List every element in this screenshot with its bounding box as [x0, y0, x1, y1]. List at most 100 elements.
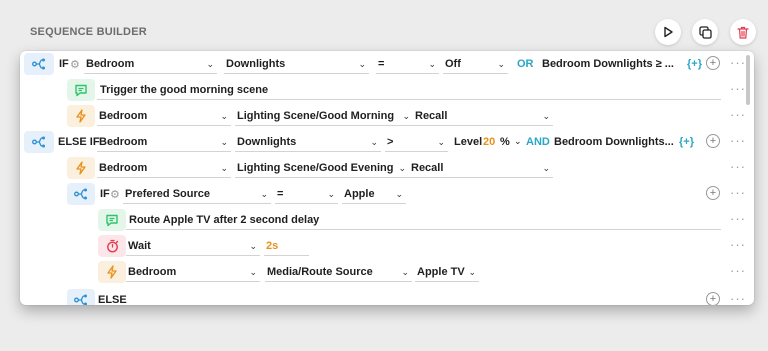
- duplicate-button[interactable]: [692, 19, 718, 45]
- add-step-button[interactable]: +: [706, 134, 720, 148]
- chevron-down-icon: ⌄: [398, 163, 406, 173]
- device-select[interactable]: Downlights ⌄: [224, 54, 369, 74]
- play-icon: [664, 26, 673, 38]
- more-icon[interactable]: ···: [730, 133, 746, 148]
- more-icon[interactable]: ···: [730, 291, 746, 305]
- target-select[interactable]: Media/Route Source ⌄: [265, 262, 412, 282]
- unit-select[interactable]: %: [500, 136, 510, 148]
- play-button[interactable]: [655, 19, 681, 45]
- source-value-select[interactable]: Apple TV ⌄: [415, 262, 479, 282]
- operator-select[interactable]: > ⌄: [385, 132, 448, 152]
- more-icon[interactable]: ···: [730, 211, 746, 226]
- condition-row-else-if: ELSE IF Bedroom ⌄ Downlights ⌄ > ⌄ Level 20…: [20, 129, 754, 155]
- add-step-button[interactable]: +: [706, 292, 720, 305]
- if-keyword: IF: [100, 188, 110, 200]
- room-select[interactable]: Bedroom ⌄: [84, 54, 217, 74]
- message-row: Trigger the good morning scene ···: [20, 77, 754, 103]
- timer-icon[interactable]: [98, 235, 126, 257]
- value-select[interactable]: Off ⌄: [443, 54, 508, 74]
- chevron-down-icon: ⌄: [468, 267, 476, 277]
- room-select[interactable]: Bedroom ⌄: [126, 262, 260, 282]
- chevron-down-icon: ⌄: [249, 241, 257, 251]
- scene-select[interactable]: Lighting Scene/Good Morning ⌄: [235, 106, 413, 126]
- wait-select[interactable]: Wait ⌄: [126, 236, 260, 256]
- source-select[interactable]: Prefered Source ⌄: [123, 184, 271, 204]
- else-if-keyword: ELSE IF: [58, 136, 100, 148]
- more-icon[interactable]: ···: [730, 107, 746, 122]
- trash-icon: [737, 26, 749, 39]
- chevron-down-icon: ⌄: [327, 189, 335, 199]
- wait-row: Wait ⌄ 2s ···: [20, 233, 754, 259]
- action-select[interactable]: Recall ⌄: [409, 158, 553, 178]
- gear-icon[interactable]: ⚙: [110, 188, 120, 201]
- chevron-down-icon: ⌄: [428, 59, 436, 69]
- level-label: Level: [454, 136, 483, 148]
- more-icon[interactable]: ···: [730, 81, 746, 96]
- add-step-button[interactable]: +: [706, 56, 720, 70]
- condition-row-nested-if: IF ⚙ Prefered Source ⌄ = ⌄ Apple ⌄ + ···: [20, 181, 754, 207]
- operator-select[interactable]: = ⌄: [376, 54, 439, 74]
- extra-condition[interactable]: Bedroom Downlights...: [554, 136, 674, 148]
- extra-condition[interactable]: Bedroom Downlights ≥ ...: [542, 58, 674, 70]
- bolt-icon[interactable]: [98, 261, 126, 283]
- level-value[interactable]: 20: [483, 136, 495, 148]
- branch-icon[interactable]: [67, 183, 95, 205]
- room-select[interactable]: Bedroom ⌄: [97, 106, 231, 126]
- message-row: Route Apple TV after 2 second delay ···: [20, 207, 754, 233]
- operator-select[interactable]: = ⌄: [275, 184, 338, 204]
- chevron-down-icon: ⌄: [249, 267, 257, 277]
- action-row: Bedroom ⌄ Lighting Scene/Good Evening ⌄ Re…: [20, 155, 754, 181]
- branch-icon[interactable]: [24, 53, 54, 75]
- add-condition-button[interactable]: {+}: [679, 136, 694, 148]
- chevron-down-icon[interactable]: ⌄: [514, 136, 522, 147]
- room-select[interactable]: Bedroom ⌄: [97, 158, 231, 178]
- message-input[interactable]: Route Apple TV after 2 second delay: [126, 210, 721, 230]
- chevron-down-icon: ⌄: [497, 59, 505, 69]
- more-icon[interactable]: ···: [730, 185, 746, 200]
- delete-button[interactable]: [730, 19, 756, 45]
- chevron-down-icon: ⌄: [395, 189, 403, 199]
- chevron-down-icon: ⌄: [220, 163, 228, 173]
- chevron-down-icon: ⌄: [402, 111, 410, 121]
- more-icon[interactable]: ···: [730, 55, 746, 70]
- scene-select[interactable]: Lighting Scene/Good Evening ⌄: [235, 158, 409, 178]
- condition-row-if: IF ⚙ Bedroom ⌄ Downlights ⌄ = ⌄ Off ⌄ OR Bed…: [20, 51, 754, 77]
- message-icon[interactable]: [67, 79, 95, 101]
- action-row: Bedroom ⌄ Media/Route Source ⌄ Apple TV ⌄ ·…: [20, 259, 754, 285]
- chevron-down-icon: ⌄: [542, 163, 550, 173]
- add-condition-button[interactable]: {+}: [687, 58, 702, 70]
- page-title: SEQUENCE BUILDER: [30, 26, 147, 38]
- chevron-down-icon: ⌄: [220, 137, 228, 147]
- action-select[interactable]: Recall ⌄: [413, 106, 553, 126]
- chevron-down-icon: ⌄: [542, 111, 550, 121]
- room-select[interactable]: Bedroom ⌄: [97, 132, 231, 152]
- message-input[interactable]: Trigger the good morning scene: [97, 80, 721, 100]
- chevron-down-icon: ⌄: [437, 137, 445, 147]
- device-select[interactable]: Downlights ⌄: [235, 132, 381, 152]
- chevron-down-icon: ⌄: [206, 59, 214, 69]
- branch-icon[interactable]: [24, 131, 54, 153]
- chevron-down-icon: ⌄: [358, 59, 366, 69]
- add-step-button[interactable]: +: [706, 186, 720, 200]
- more-icon[interactable]: ···: [730, 237, 746, 252]
- chevron-down-icon: ⌄: [260, 189, 268, 199]
- gear-icon[interactable]: ⚙: [70, 58, 80, 71]
- value-select[interactable]: Apple ⌄: [342, 184, 406, 204]
- bolt-icon[interactable]: [67, 105, 95, 127]
- chevron-down-icon: ⌄: [370, 137, 378, 147]
- if-keyword: IF: [59, 58, 69, 70]
- else-keyword: ELSE: [98, 294, 127, 305]
- message-icon[interactable]: [98, 209, 126, 231]
- branch-icon[interactable]: [67, 289, 95, 305]
- action-row: Bedroom ⌄ Lighting Scene/Good Morning ⌄ Re…: [20, 103, 754, 129]
- more-icon[interactable]: ···: [730, 159, 746, 174]
- more-icon[interactable]: ···: [730, 263, 746, 278]
- bolt-icon[interactable]: [67, 157, 95, 179]
- sequence-panel: IF ⚙ Bedroom ⌄ Downlights ⌄ = ⌄ Off ⌄ OR Bed…: [20, 51, 754, 305]
- wait-duration-input[interactable]: 2s: [264, 236, 309, 256]
- condition-row-else: ELSE + ···: [20, 287, 754, 305]
- or-joiner[interactable]: OR: [517, 58, 534, 70]
- and-joiner[interactable]: AND: [526, 136, 550, 148]
- chevron-down-icon: ⌄: [220, 111, 228, 121]
- chevron-down-icon: ⌄: [401, 267, 409, 277]
